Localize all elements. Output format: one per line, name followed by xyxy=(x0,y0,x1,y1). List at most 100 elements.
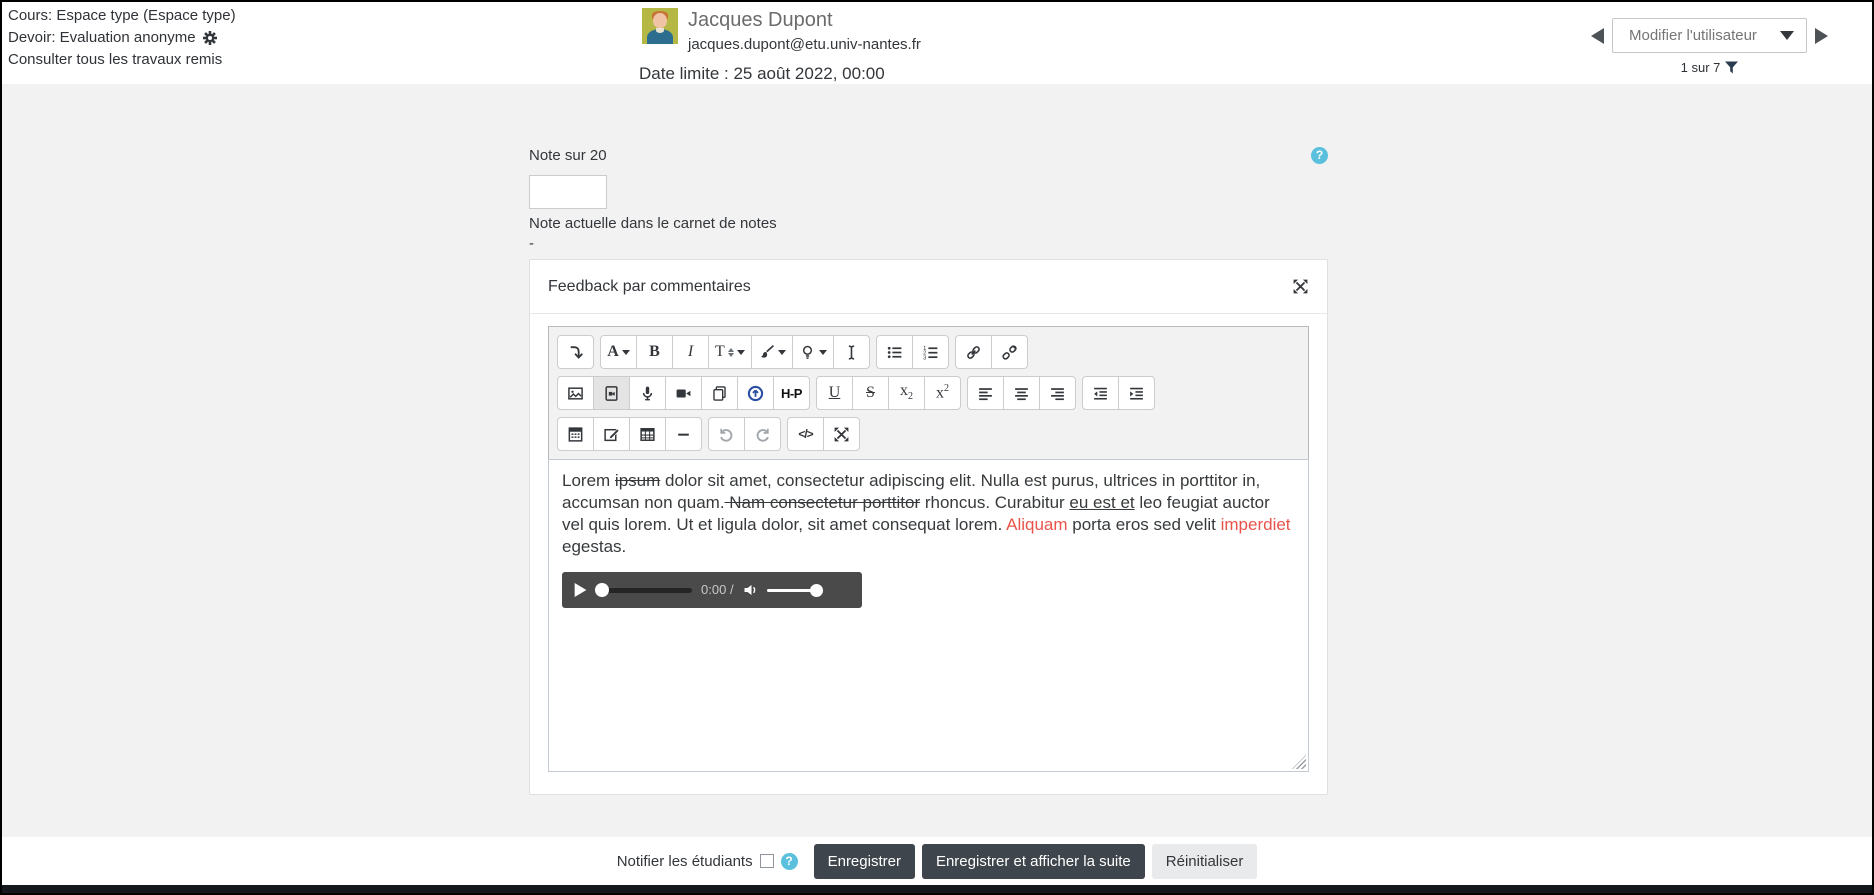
reset-button[interactable]: Réinitialiser xyxy=(1152,844,1258,879)
ordered-list-button[interactable]: 123 xyxy=(912,335,949,369)
font-size-icon: T xyxy=(715,344,725,360)
feedback-text: Lorem ipsum dolor sit amet, consectetur … xyxy=(562,470,1295,558)
grade-input[interactable] xyxy=(529,175,607,209)
underline-button[interactable]: U xyxy=(816,376,853,410)
paintbrush-icon xyxy=(758,344,775,361)
filter-icon[interactable] xyxy=(1725,61,1738,74)
change-user-dropdown[interactable]: Modifier l'utilisateur xyxy=(1612,18,1807,53)
insert-image-button[interactable] xyxy=(557,376,594,410)
upload-record-button[interactable] xyxy=(737,376,774,410)
calculator-icon xyxy=(567,426,584,443)
edit-pencil-button[interactable] xyxy=(593,417,630,451)
subscript-button[interactable]: x2 xyxy=(888,376,925,410)
redo-button[interactable] xyxy=(744,417,781,451)
superscript-button[interactable]: x2 xyxy=(924,376,961,410)
align-left-button[interactable] xyxy=(967,376,1004,410)
toggle-toolbar-button[interactable] xyxy=(557,335,594,369)
h5p-icon: H-P xyxy=(781,386,802,401)
unordered-list-button[interactable] xyxy=(876,335,913,369)
record-video-button[interactable] xyxy=(665,376,702,410)
audio-player: 0:00 / xyxy=(562,572,862,608)
bullet-list-icon xyxy=(886,344,903,361)
font-family-button[interactable]: A xyxy=(600,335,637,369)
svg-text:3: 3 xyxy=(923,355,926,361)
align-center-button[interactable] xyxy=(1003,376,1040,410)
code-icon: </> xyxy=(798,427,812,441)
view-all-submissions-link[interactable]: Consulter tous les travaux remis xyxy=(8,49,236,71)
font-size-button[interactable]: T xyxy=(708,335,752,369)
copy-pages-icon xyxy=(711,385,728,402)
html-code-button[interactable]: </> xyxy=(787,417,824,451)
image-icon xyxy=(567,385,584,402)
next-user-icon[interactable] xyxy=(1815,28,1828,44)
play-icon xyxy=(574,583,587,597)
undo-button[interactable] xyxy=(708,417,745,451)
action-bar: Notifier les étudiants ? Enregistrer Enr… xyxy=(2,837,1872,885)
record-audio-button[interactable] xyxy=(629,376,666,410)
assignment-info: Cours: Espace type (Espace type) Devoir:… xyxy=(8,5,236,71)
bottom-bar xyxy=(2,885,1872,893)
bold-button[interactable]: B xyxy=(636,335,673,369)
manage-files-button[interactable] xyxy=(701,376,738,410)
horizontal-rule-button[interactable] xyxy=(665,417,702,451)
pagination-text: 1 sur 7 xyxy=(1681,60,1721,75)
notify-students-checkbox[interactable] xyxy=(760,854,774,868)
seek-thumb[interactable] xyxy=(595,583,609,597)
equation-button[interactable] xyxy=(557,417,594,451)
microphone-icon xyxy=(639,385,656,402)
italic-icon: I xyxy=(688,344,693,360)
caret-down-icon xyxy=(737,350,745,355)
gear-icon[interactable] xyxy=(202,30,218,46)
seek-slider[interactable] xyxy=(596,583,692,597)
align-left-icon xyxy=(977,385,994,402)
current-grade-value: - xyxy=(529,235,1328,251)
caret-down-icon xyxy=(819,350,827,355)
expand-icon[interactable] xyxy=(1292,278,1309,295)
volume-thumb[interactable] xyxy=(810,584,823,597)
link-button[interactable] xyxy=(955,335,992,369)
volume-slider[interactable] xyxy=(767,584,823,597)
h5p-button[interactable]: H-P xyxy=(773,376,810,410)
indent-button[interactable] xyxy=(1118,376,1155,410)
table-icon xyxy=(639,426,656,443)
underline-icon: U xyxy=(829,385,841,401)
help-icon[interactable]: ? xyxy=(1311,147,1328,164)
course-line: Cours: Espace type (Espace type) xyxy=(8,5,236,27)
save-button[interactable]: Enregistrer xyxy=(814,844,915,879)
unlink-button[interactable] xyxy=(991,335,1028,369)
user-navigation: Modifier l'utilisateur xyxy=(1591,18,1828,53)
strikethrough-button[interactable]: S xyxy=(852,376,889,410)
align-right-icon xyxy=(1049,385,1066,402)
assignment-line: Devoir: Evaluation anonyme xyxy=(8,27,236,49)
redo-icon xyxy=(754,426,771,443)
feedback-editor-content[interactable]: Lorem ipsum dolor sit amet, consectetur … xyxy=(548,459,1309,772)
font-a-icon: A xyxy=(607,344,619,360)
highlight-button[interactable] xyxy=(792,335,834,369)
volume-icon[interactable] xyxy=(743,583,758,597)
align-right-button[interactable] xyxy=(1039,376,1076,410)
fullscreen-icon xyxy=(833,426,850,443)
pagination: 1 sur 7 xyxy=(1612,60,1807,75)
save-and-show-next-button[interactable]: Enregistrer et afficher la suite xyxy=(922,844,1145,879)
avatar[interactable] xyxy=(642,8,678,44)
grading-panel: Note sur 20 ? Note actuelle dans le carn… xyxy=(2,84,1872,837)
previous-user-icon[interactable] xyxy=(1591,28,1604,44)
fullscreen-button[interactable] xyxy=(823,417,860,451)
text-cursor-icon xyxy=(843,344,860,361)
unlink-icon xyxy=(1001,344,1018,361)
grading-page: { "header": { "course_line": "Cours: Esp… xyxy=(0,0,1874,895)
play-button[interactable] xyxy=(574,583,587,597)
change-user-label: Modifier l'utilisateur xyxy=(1629,27,1757,44)
chevron-down-icon xyxy=(1780,31,1794,40)
numbered-list-icon: 123 xyxy=(922,344,939,361)
outdent-button[interactable] xyxy=(1082,376,1119,410)
undo-icon xyxy=(718,426,735,443)
italic-button[interactable]: I xyxy=(672,335,709,369)
table-button[interactable] xyxy=(629,417,666,451)
notify-help-icon[interactable]: ? xyxy=(781,853,798,870)
clear-format-button[interactable] xyxy=(833,335,870,369)
resize-handle[interactable] xyxy=(1292,755,1306,769)
text-color-button[interactable] xyxy=(751,335,793,369)
strikethrough-icon: S xyxy=(866,385,875,401)
insert-media-button[interactable] xyxy=(593,376,630,410)
